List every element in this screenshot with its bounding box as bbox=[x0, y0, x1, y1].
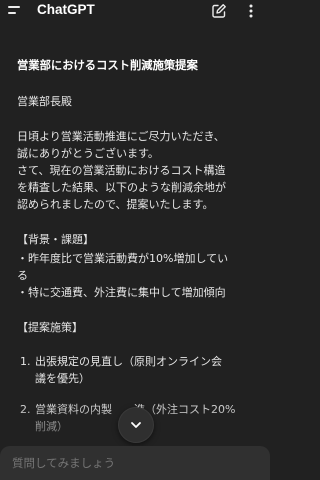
intro-paragraph: 日頃より営業活動推進にご尽力いただき、 誠にありがとうございます。 さて、現在の… bbox=[17, 130, 226, 211]
app-bar: ChatGPT bbox=[0, 0, 270, 22]
app-title: ChatGPT bbox=[37, 2, 95, 17]
assistant-message: 営業部におけるコスト削減施策提案 営業部長殿 日頃より営業活動推進にご尽力いただ… bbox=[17, 58, 262, 449]
chevron-down-icon bbox=[131, 422, 141, 428]
hamburger-menu-icon[interactable] bbox=[8, 5, 22, 17]
scroll-to-bottom-button[interactable] bbox=[118, 407, 154, 443]
proposal-heading: 【提案施策】 bbox=[17, 321, 83, 334]
more-vertical-icon[interactable] bbox=[245, 3, 257, 19]
list-item: 1. 出張規定の見直し（原則オンライン会 議を優先） bbox=[17, 353, 262, 387]
addressee: 営業部長殿 bbox=[17, 95, 72, 108]
edit-compose-icon[interactable] bbox=[211, 3, 227, 19]
background-heading: 【背景・課題】 bbox=[17, 233, 94, 246]
background-points: ・昨年度比で営業活動費が10%増加してい る ・特に交通費、外注費に集中して増加… bbox=[17, 252, 229, 299]
message-title: 営業部におけるコスト削減施策提案 bbox=[17, 59, 198, 72]
message-input[interactable] bbox=[12, 454, 252, 472]
list-item-number: 1. bbox=[20, 355, 31, 368]
composer-bar bbox=[0, 446, 270, 480]
list-item-number: 2. bbox=[20, 403, 31, 416]
list-item-text: 出張規定の見直し（原則オンライン会 議を優先） bbox=[35, 355, 222, 385]
